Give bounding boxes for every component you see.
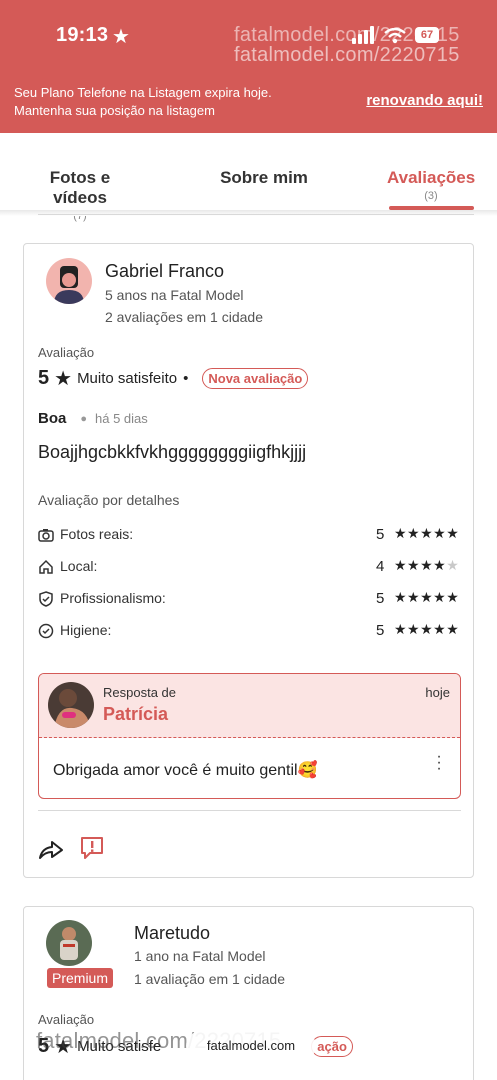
- status-icons: 67: [352, 25, 442, 47]
- rating-value: 5: [38, 367, 50, 389]
- reply-text: Obrigada amor você é muito gentil🥰: [53, 762, 318, 779]
- battery-icon: 67: [415, 27, 439, 43]
- plan-expiry-banner: 19:13 ★ fatalmodel.com/2220715 fatalmode…: [0, 0, 497, 133]
- star-empty: ★: [446, 557, 460, 573]
- profile-tabs: Fotos e vídeos (7) Sobre mim Avaliações …: [0, 150, 497, 222]
- replier-name[interactable]: Patrícia: [103, 704, 168, 725]
- user-icon: [54, 266, 84, 304]
- detail-score: 5: [376, 622, 385, 639]
- camera-icon: [38, 529, 54, 542]
- detail-row-location: Local: 4 ★★★★★: [38, 557, 462, 579]
- rating-row: 5 ★ Muito satisfeito • Nova avaliação: [38, 366, 309, 391]
- renew-link[interactable]: renovando aqui!: [366, 92, 483, 109]
- detail-stars: ★★★★★: [394, 621, 460, 637]
- rating-label: Avaliação: [38, 345, 95, 360]
- reviewer-name[interactable]: Gabriel Franco: [105, 261, 224, 282]
- detail-row-photos: Fotos reais: 5 ★★★★★: [38, 525, 462, 547]
- watermark-second: fatalmodel.com/2220715: [234, 44, 460, 66]
- reply-time: hoje: [425, 685, 450, 700]
- new-review-badge: ação: [311, 1036, 353, 1057]
- signal-bar: [370, 26, 374, 44]
- tab-label: Avaliações: [387, 168, 476, 187]
- banner-line-2: Mantenha sua posição na listagem: [14, 103, 215, 118]
- shield-check-icon: [39, 591, 53, 607]
- replier-avatar: [48, 682, 94, 728]
- photo-avatar-icon: [54, 689, 90, 728]
- reviews-count: 1 avaliação em 1 cidade: [134, 971, 285, 987]
- detail-stars: ★★★★★: [394, 557, 460, 573]
- reply-header: Resposta de Patrícia hoje: [39, 674, 460, 738]
- separator-dot: •: [183, 370, 189, 387]
- status-time: 19:13: [56, 24, 109, 46]
- detail-row-professionalism: Profissionalismo: 5 ★★★★★: [38, 589, 462, 611]
- url-pill[interactable]: fatalmodel.com: [186, 1031, 316, 1061]
- more-options-icon[interactable]: · · ·: [436, 749, 442, 777]
- reviewer-name[interactable]: Maretudo: [134, 923, 210, 944]
- tab-label: Sobre mim: [220, 168, 308, 187]
- new-review-badge: Nova avaliação: [202, 368, 309, 389]
- check-circle-icon: [38, 623, 54, 639]
- detail-label: Higiene:: [60, 622, 112, 638]
- review-title: Boa: [38, 410, 67, 427]
- detail-row-hygiene: Higiene: 5 ★★★★★: [38, 621, 462, 643]
- wifi-icon: [384, 28, 406, 44]
- home-icon: [39, 559, 53, 574]
- detail-score: 4: [376, 558, 385, 575]
- share-icon[interactable]: [38, 838, 64, 860]
- detail-label: Local:: [60, 558, 98, 574]
- star-icon: ★: [54, 368, 73, 390]
- tab-label: Fotos e vídeos: [49, 168, 111, 207]
- tab-reviews[interactable]: Avaliações (3): [387, 168, 475, 202]
- photo-avatar-icon: [60, 927, 78, 960]
- rating-text: Muito satisfeito: [77, 370, 178, 387]
- review-title-line: Boa ● há 5 dias: [38, 410, 148, 427]
- detail-label: Fotos reais:: [60, 526, 134, 542]
- divider: [38, 810, 461, 811]
- details-label: Avaliação por detalhes: [38, 492, 180, 508]
- detail-score: 5: [376, 526, 385, 543]
- separator-dot: ●: [80, 412, 87, 425]
- review-body: Boajjhgcbkkfvkhggggggggiigfhkjjjj: [38, 442, 307, 462]
- detail-stars: ★★★★★: [394, 525, 460, 541]
- detail-score: 5: [376, 590, 385, 607]
- banner-message: Seu Plano Telefone na Listagem expira ho…: [14, 84, 272, 120]
- reply-label: Resposta de: [103, 685, 176, 700]
- tab-count: (3): [424, 190, 438, 202]
- report-icon[interactable]: [79, 835, 105, 861]
- signal-icon: [352, 38, 356, 44]
- review-time: há 5 dias: [95, 411, 148, 426]
- reviewer-avatar: [46, 258, 92, 304]
- detail-stars: ★★★★★: [394, 589, 460, 605]
- reply-box: Resposta de Patrícia hoje Obrigada amor …: [38, 673, 461, 799]
- reviewer-avatar: [46, 920, 92, 966]
- banner-line-1: Seu Plano Telefone na Listagem expira ho…: [14, 85, 272, 100]
- rating-label: Avaliação: [38, 1012, 95, 1027]
- signal-bar: [358, 34, 362, 44]
- member-since: 5 anos na Fatal Model: [105, 287, 244, 303]
- tab-about-me[interactable]: Sobre mim: [218, 168, 310, 188]
- divider: [38, 214, 474, 215]
- star-status-icon: ★: [112, 26, 130, 48]
- review-card: Gabriel Franco 5 anos na Fatal Model 2 a…: [23, 243, 474, 878]
- detail-label: Profissionalismo:: [60, 590, 166, 606]
- signal-bar: [364, 30, 368, 44]
- premium-badge: Premium: [47, 968, 114, 988]
- member-since: 1 ano na Fatal Model: [134, 948, 266, 964]
- reviews-count: 2 avaliações em 1 cidade: [105, 309, 263, 325]
- tabs-shadow: [0, 210, 497, 216]
